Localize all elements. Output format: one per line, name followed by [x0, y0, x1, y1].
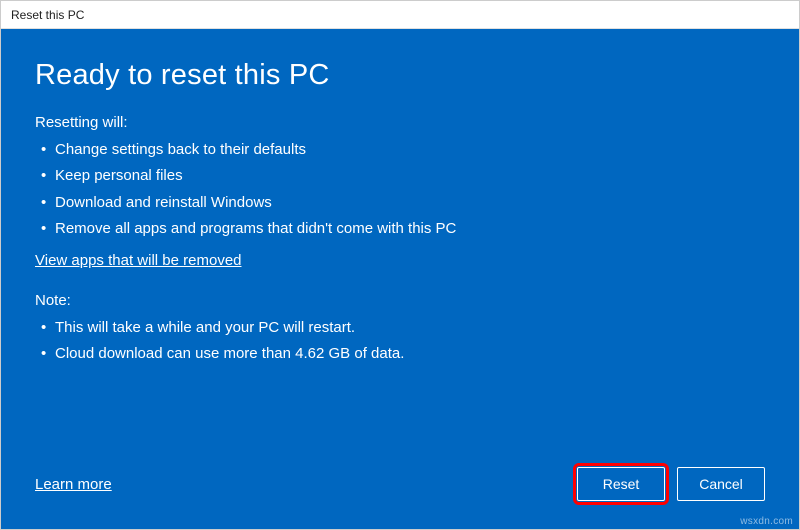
learn-more-link[interactable]: Learn more — [35, 476, 112, 493]
window-title: Reset this PC — [11, 8, 84, 22]
footer: Learn more Reset Cancel — [35, 467, 765, 501]
list-item: This will take a while and your PC will … — [35, 315, 765, 341]
watermark: wsxdn.com — [740, 516, 793, 527]
list-item: Download and reinstall Windows — [35, 190, 765, 216]
list-item: Change settings back to their defaults — [35, 137, 765, 163]
reset-pc-window: Reset this PC Ready to reset this PC Res… — [0, 0, 800, 530]
note-label: Note: — [35, 292, 765, 309]
list-item: Cloud download can use more than 4.62 GB… — [35, 341, 765, 367]
window-titlebar: Reset this PC — [1, 1, 799, 29]
view-apps-link[interactable]: View apps that will be removed — [35, 252, 242, 269]
page-heading: Ready to reset this PC — [35, 59, 765, 92]
note-list: This will take a while and your PC will … — [35, 315, 765, 368]
content-area: Ready to reset this PC Resetting will: C… — [1, 29, 799, 529]
list-item: Keep personal files — [35, 163, 765, 189]
reset-button[interactable]: Reset — [577, 467, 665, 501]
cancel-button[interactable]: Cancel — [677, 467, 765, 501]
list-item: Remove all apps and programs that didn't… — [35, 216, 765, 242]
resetting-label: Resetting will: — [35, 114, 765, 131]
button-group: Reset Cancel — [577, 467, 765, 501]
resetting-list: Change settings back to their defaults K… — [35, 137, 765, 242]
